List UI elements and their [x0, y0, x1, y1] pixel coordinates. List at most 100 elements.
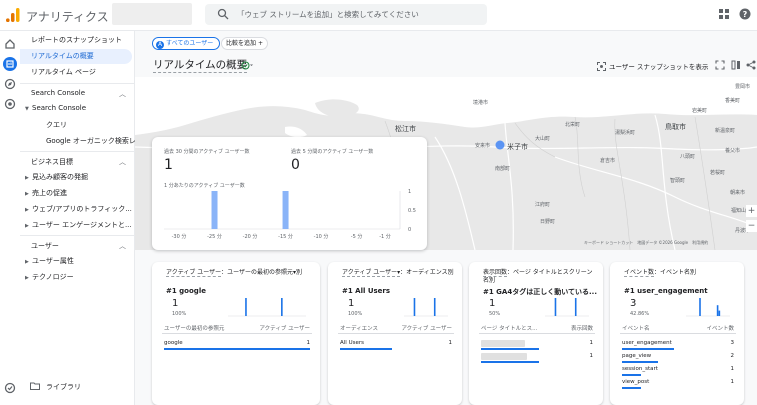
all-users-chip[interactable]: A すべてのユーザー: [152, 37, 221, 50]
row-value: 1: [589, 340, 594, 346]
row-value: 3: [730, 340, 735, 346]
fullscreen-icon[interactable]: [715, 60, 725, 70]
nav-item-drive-sales[interactable]: ▶ 売上の促進: [25, 188, 67, 198]
mini-chart-bar: [574, 298, 577, 316]
table-row[interactable]: session_start 1: [610, 366, 744, 378]
advertising-icon[interactable]: [3, 97, 17, 111]
zoom-in-button[interactable]: +: [746, 205, 757, 217]
status-check-icon[interactable]: [241, 60, 253, 71]
plus-icon: +: [257, 40, 263, 47]
map-label: 松江市: [395, 125, 416, 133]
chevron-up-icon: ︿: [119, 90, 126, 98]
card-metric-selector[interactable]: イベント数: [624, 269, 655, 277]
help-icon[interactable]: ?: [739, 8, 751, 20]
chart-bar[interactable]: [282, 191, 289, 229]
table-divider: [620, 333, 736, 334]
map-label: 南部町: [495, 166, 511, 172]
map-label: 境港市: [473, 100, 489, 106]
map-label: 米子市: [507, 143, 528, 151]
share-icon[interactable]: [746, 60, 756, 70]
x-tick-label: -1 分: [379, 233, 391, 240]
nav-item-demographics[interactable]: ▶ ユーザー属性: [25, 256, 74, 266]
card-dimension-selector[interactable]: ：イベント名別: [654, 269, 696, 276]
add-comparison-button[interactable]: 比較を追加 +: [221, 37, 268, 50]
column-header: アクティブ ユーザー: [259, 326, 310, 332]
user-location-dot[interactable]: [495, 140, 505, 150]
compare-icon[interactable]: [731, 60, 741, 70]
row-value: 1: [448, 340, 453, 346]
card-top-rank: #1 google: [166, 287, 206, 295]
table-row[interactable]: 1: [469, 340, 603, 352]
mini-chart-bar: [245, 298, 247, 316]
map-label: 鳥取市: [665, 123, 686, 131]
admin-settings-icon[interactable]: [3, 381, 17, 395]
nav-section-business-goals[interactable]: ビジネス目標 ︿: [31, 157, 131, 167]
map-label: 安来市: [475, 143, 491, 149]
row-label: session_start: [622, 366, 658, 372]
table-divider: [479, 333, 595, 334]
nav-section-search-console[interactable]: Search Console ︿: [31, 89, 131, 98]
nav-item-user-engagement[interactable]: ▶ ユーザー エンゲージメントと...: [25, 220, 132, 230]
analytics-logo-icon: [6, 8, 20, 22]
zoom-out-button[interactable]: −: [746, 220, 757, 232]
card-dimension-selector[interactable]: ：ユーザーの最初の参照元▾別: [221, 269, 302, 276]
row-proportion-bar: [622, 374, 641, 376]
nav-item-web-traffic[interactable]: ▶ ウェブ/アプリのトラフィック...: [25, 204, 132, 214]
nav-section-user[interactable]: ユーザー ︿: [31, 241, 131, 251]
card-title: 表示回数：ページ タイトルとスクリーン名別: [483, 269, 597, 285]
row-label: user_engagement: [622, 340, 672, 346]
x-tick-label: -20 分: [243, 233, 258, 240]
nav-group-search-console[interactable]: ▼ Search Console: [25, 104, 86, 112]
nav-item-queries[interactable]: クエリ: [46, 120, 67, 130]
mini-chart-bar: [433, 298, 436, 316]
caret-right-icon: ▶: [25, 191, 29, 197]
nav-library[interactable]: ライブラリ: [30, 382, 81, 392]
nav-item-google-organic[interactable]: Google オーガニック検索レ...: [46, 136, 143, 146]
table-row[interactable]: page_view 2: [610, 353, 744, 365]
nav-item-realtime-overview[interactable]: リアルタイムの概要: [20, 49, 132, 64]
mini-chart-bar: [413, 298, 416, 316]
caret-down-icon: ▼: [25, 106, 29, 112]
card-dimension-selector[interactable]: ：オーディエンス別: [400, 269, 453, 276]
mini-trend-chart: [545, 298, 589, 317]
nav-item-lead-generation[interactable]: ▶ 見込み顧客の発掘: [25, 172, 88, 182]
user-snapshot-button[interactable]: ユーザー スナップショットを表示: [597, 61, 708, 71]
caret-right-icon: ▶: [25, 259, 29, 265]
explore-icon[interactable]: [3, 77, 17, 91]
home-icon[interactable]: [3, 37, 17, 51]
map-label: 朝来市: [730, 190, 746, 196]
nav-divider: [20, 151, 135, 152]
account-selector[interactable]: [112, 3, 192, 25]
nav-item-report-snapshot[interactable]: レポートのスナップショット: [20, 33, 132, 48]
nav-item-realtime-pages[interactable]: リアルタイム ページ: [20, 65, 132, 80]
chevron-up-icon: ︿: [119, 158, 126, 166]
map-label: 大山町: [535, 136, 551, 142]
card-metric-selector[interactable]: 表示回数: [483, 269, 508, 277]
table-row[interactable]: All Users 1: [328, 340, 462, 352]
table-row[interactable]: view_post 1: [610, 379, 744, 391]
map-label: 八頭町: [680, 154, 696, 160]
row-proportion-bar: [164, 348, 310, 350]
table-row[interactable]: user_engagement 3: [610, 340, 744, 352]
search-bar[interactable]: 「ウェブ ストリームを追加」と検索してみてください: [205, 4, 487, 25]
chart-bar[interactable]: [211, 191, 218, 229]
card-top-percent: 42.86%: [630, 311, 650, 317]
row-label: page_view: [622, 353, 652, 359]
reports-icon[interactable]: [3, 57, 17, 71]
map-label: 若桜町: [710, 170, 726, 176]
apps-grid-icon[interactable]: [719, 9, 730, 20]
card-metric-selector[interactable]: アクティブ ユーザー: [166, 269, 222, 277]
caret-right-icon: ▶: [25, 207, 29, 213]
table-row[interactable]: 1: [469, 353, 603, 365]
mini-chart-bar: [699, 298, 701, 316]
card-metric-selector[interactable]: アクティブ ユーザー▾: [342, 269, 401, 277]
map-label: 北栄町: [565, 122, 581, 128]
nav-item-technology[interactable]: ▶ テクノロジー: [25, 272, 74, 282]
app-title: アナリティクス: [26, 10, 109, 24]
nav-divider: [20, 235, 135, 236]
row-label: google: [164, 340, 183, 346]
chevron-up-icon: ︿: [119, 242, 126, 250]
row-value: 2: [730, 353, 735, 359]
mini-chart-bar: [716, 305, 719, 316]
table-row[interactable]: google 1: [152, 340, 320, 352]
